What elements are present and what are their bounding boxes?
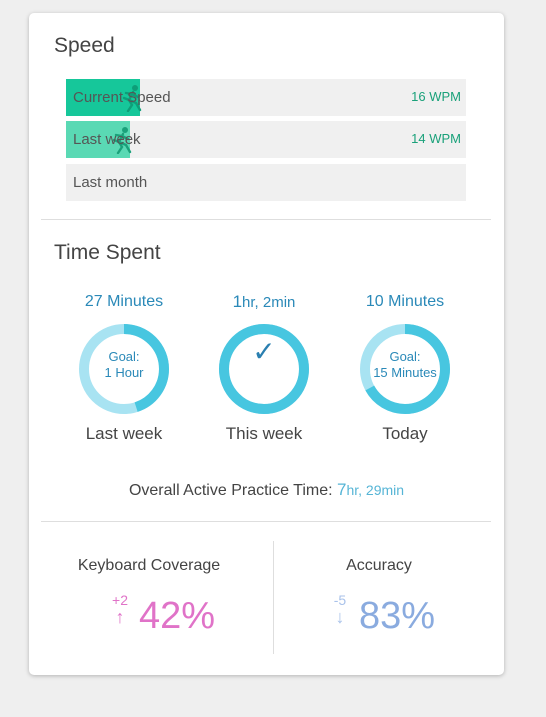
goal-label: Goal:	[108, 349, 140, 364]
accuracy-title: Accuracy	[346, 557, 412, 574]
time-amount-today: 10 Minutes	[345, 291, 465, 313]
time-amount-unit: hr, 2min	[242, 294, 296, 311]
speed-bar-current: Current Speed 16 WPM	[66, 79, 466, 116]
speed-label-current: Current Speed	[73, 89, 171, 106]
arrow-down-icon: ↓	[335, 607, 345, 627]
overall-unit: hr, 29min	[346, 482, 405, 498]
time-label-this-week: This week	[225, 424, 303, 443]
time-amount-num: 1	[232, 292, 243, 311]
time-amount-last-week: 27 Minutes	[64, 291, 184, 313]
accuracy-stat: Accuracy -5 ↓ 83%	[259, 557, 499, 641]
time-col-today: 10 Minutes Goal: 15 Minutes Today	[345, 291, 465, 444]
overall-label: Overall Active Practice Time:	[128, 482, 337, 499]
speed-label-last-week: Last week	[73, 131, 141, 148]
delta-value: -5	[333, 592, 347, 608]
goal-label: Goal:	[389, 349, 421, 364]
accuracy-delta: -5 ↓	[330, 593, 350, 627]
goal-ring-today: Goal: 15 Minutes	[358, 322, 452, 416]
speed-bar-last-week: Last week 14 WPM	[66, 121, 466, 158]
goal-ring-this-week: ✓	[217, 322, 311, 416]
speed-title: Speed	[54, 34, 115, 57]
speed-value-last-week: 14 WPM	[411, 131, 461, 146]
time-label-last-week: Last week	[85, 424, 163, 443]
time-label-today: Today	[382, 424, 428, 443]
stats-card: Speed Current Speed 16 WPM Last week 14 …	[29, 13, 504, 675]
time-amount-num: 10	[365, 293, 384, 310]
time-amount-num: 27	[84, 293, 103, 310]
goal-value: 1 Hour	[104, 365, 144, 380]
check-icon: ✓	[252, 336, 276, 367]
section-divider	[41, 521, 491, 522]
time-col-this-week: 1hr, 2min ✓ This week	[204, 291, 324, 444]
arrow-up-icon: ↑	[115, 607, 125, 627]
overall-practice-time: Overall Active Practice Time: 7hr, 29min	[29, 480, 504, 500]
time-amount-unit: Minutes	[383, 293, 445, 310]
time-amount-this-week: 1hr, 2min	[204, 291, 324, 313]
accuracy-value: 83%	[359, 595, 436, 637]
keyboard-coverage-stat: Keyboard Coverage +2 ↑ 42%	[29, 557, 269, 641]
time-spent-title: Time Spent	[54, 241, 161, 264]
section-divider	[41, 219, 491, 220]
speed-label-last-month: Last month	[73, 174, 148, 191]
goal-text-last-week: Goal: 1 Hour	[77, 349, 171, 381]
time-col-last-week: 27 Minutes Goal: 1 Hour Last week	[64, 291, 184, 444]
speed-bar-last-month: Last month	[66, 164, 466, 201]
speed-value-current: 16 WPM	[411, 89, 461, 104]
keyboard-coverage-delta: +2 ↑	[110, 593, 130, 627]
goal-value: 15 Minutes	[373, 365, 437, 380]
keyboard-coverage-value: 42%	[139, 595, 216, 637]
time-amount-unit: Minutes	[102, 293, 164, 310]
keyboard-coverage-title: Keyboard Coverage	[77, 557, 221, 574]
delta-value: +2	[112, 592, 128, 608]
goal-ring-last-week: Goal: 1 Hour	[77, 322, 171, 416]
goal-text-today: Goal: 15 Minutes	[358, 349, 452, 381]
